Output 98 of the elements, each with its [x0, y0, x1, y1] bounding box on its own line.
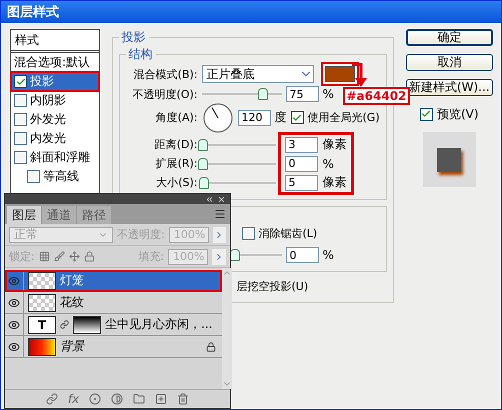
- input-field[interactable]: 5: [284, 174, 318, 190]
- style-label: 内发光: [30, 130, 66, 147]
- checkbox[interactable]: [420, 108, 433, 120]
- layer-thumbnail: [28, 272, 56, 290]
- brush-icon[interactable]: [54, 251, 65, 262]
- input-field[interactable]: 75: [286, 86, 318, 102]
- layer-row[interactable]: 花纹: [5, 292, 222, 314]
- field-label: 混合模式(B):: [132, 66, 198, 82]
- close-icon[interactable]: [217, 194, 226, 204]
- eye-icon[interactable]: [8, 340, 20, 352]
- layer-name: 尘中见月心亦闲，...: [105, 316, 212, 333]
- angle-dial[interactable]: [202, 102, 234, 134]
- style-item[interactable]: 内发光: [11, 129, 98, 148]
- checkbox[interactable]: [14, 94, 27, 107]
- field-label: 大小(S):: [155, 175, 198, 190]
- color-swatch[interactable]: [324, 66, 354, 82]
- style-item[interactable]: 等高线: [11, 167, 98, 186]
- layer-name: 花纹: [60, 294, 84, 311]
- window-title: 图层样式: [7, 4, 59, 21]
- eye-icon[interactable]: [8, 318, 20, 330]
- mask-icon[interactable]: [89, 393, 102, 405]
- field-label: 填充:: [138, 249, 164, 264]
- input-field[interactable]: 0: [286, 247, 318, 263]
- style-label: 外发光: [30, 111, 66, 128]
- field-label: 角度(A):: [154, 110, 198, 125]
- style-item[interactable]: 斜面和浮雕: [11, 148, 98, 167]
- slider-thumb[interactable]: [258, 88, 268, 100]
- arrow-button[interactable]: [212, 226, 226, 242]
- input-field[interactable]: 120: [238, 110, 270, 126]
- link-icon[interactable]: [46, 393, 58, 405]
- link-icon: [60, 320, 69, 329]
- dialog-button[interactable]: 取消: [406, 54, 493, 71]
- field-label: 扩展(R):: [154, 156, 198, 171]
- list-header: 样式: [15, 32, 39, 48]
- unit-label: 像素: [322, 136, 346, 153]
- style-label: 斜面和浮雕: [30, 149, 90, 166]
- field-label: 距离(D):: [154, 137, 198, 152]
- effect-preview: [422, 132, 476, 187]
- slider-thumb[interactable]: [198, 138, 208, 150]
- layer-thumbnail: [28, 294, 56, 312]
- style-item[interactable]: 混合选项:默认: [11, 53, 98, 72]
- style-label: 混合选项:默认: [14, 54, 90, 71]
- checkbox[interactable]: [14, 132, 27, 145]
- style-item[interactable]: 内阴影: [11, 91, 98, 110]
- checkbox-label: 层挖空投影(U): [236, 278, 308, 294]
- checkbox-label: 使用全局光(G): [308, 110, 380, 125]
- unit-label: %: [322, 248, 334, 262]
- trash-icon[interactable]: [177, 393, 190, 405]
- style-item[interactable]: 投影: [11, 72, 98, 91]
- checkbox-label: 预览(V): [436, 106, 479, 122]
- style-label: 投影: [30, 73, 54, 90]
- field-label: 不透明度:: [117, 227, 165, 242]
- collapse-icon[interactable]: [205, 194, 214, 204]
- unit-label: %: [322, 156, 334, 170]
- arrow-button[interactable]: [212, 248, 226, 264]
- blend-mode-select[interactable]: 正片叠底: [202, 65, 314, 83]
- checkbox[interactable]: [14, 151, 27, 164]
- layer-row[interactable]: 背景: [5, 336, 222, 358]
- dialog-button[interactable]: 新建样式(W)...: [406, 79, 493, 96]
- slider-thumb[interactable]: [198, 176, 209, 188]
- layer-row[interactable]: T 尘中见月心亦闲，...: [5, 314, 222, 336]
- group-title: 结构: [128, 46, 154, 63]
- input-field[interactable]: 3: [284, 136, 318, 152]
- checkbox[interactable]: [14, 75, 27, 88]
- move-icon[interactable]: [68, 251, 80, 262]
- folder-icon[interactable]: [133, 393, 146, 405]
- checkbox[interactable]: [14, 113, 27, 126]
- adjustment-icon[interactable]: [111, 393, 124, 405]
- checkbox-label: 消除锯齿(L): [258, 226, 318, 240]
- field-label: 不透明度(O):: [132, 86, 198, 102]
- dialog-button[interactable]: 确定: [406, 29, 493, 46]
- unit-label: 度: [274, 109, 286, 126]
- field-label: 锁定:: [9, 249, 35, 264]
- new-layer-icon[interactable]: [155, 393, 168, 405]
- unit-label: 像素: [322, 174, 346, 191]
- eye-icon[interactable]: [8, 296, 20, 308]
- lock-icon[interactable]: [84, 251, 95, 262]
- layer-thumbnail: [28, 338, 56, 356]
- text-layer-glyph: T: [38, 318, 46, 332]
- layer-row[interactable]: 灯笼: [5, 270, 222, 292]
- layer-name: 背景: [60, 338, 84, 355]
- panel-tab[interactable]: 图层: [7, 206, 41, 224]
- slider-thumb[interactable]: [198, 158, 208, 170]
- menu-icon[interactable]: [214, 208, 226, 220]
- effects-button[interactable]: fx: [68, 392, 80, 406]
- mask-thumbnail: [73, 316, 101, 334]
- layer-name: 灯笼: [60, 272, 84, 289]
- color-code-label: #a64402: [342, 87, 410, 105]
- style-label: 内阴影: [30, 92, 66, 109]
- style-item[interactable]: 外发光: [11, 110, 98, 129]
- style-label: 等高线: [43, 168, 79, 185]
- checkbox[interactable]: [242, 226, 254, 240]
- input-field[interactable]: 0: [284, 156, 318, 172]
- grid-icon[interactable]: [38, 251, 50, 262]
- checkbox[interactable]: [290, 111, 304, 124]
- group-title: 投影: [120, 29, 146, 46]
- checkbox[interactable]: [27, 170, 40, 183]
- unit-label: %: [322, 87, 334, 101]
